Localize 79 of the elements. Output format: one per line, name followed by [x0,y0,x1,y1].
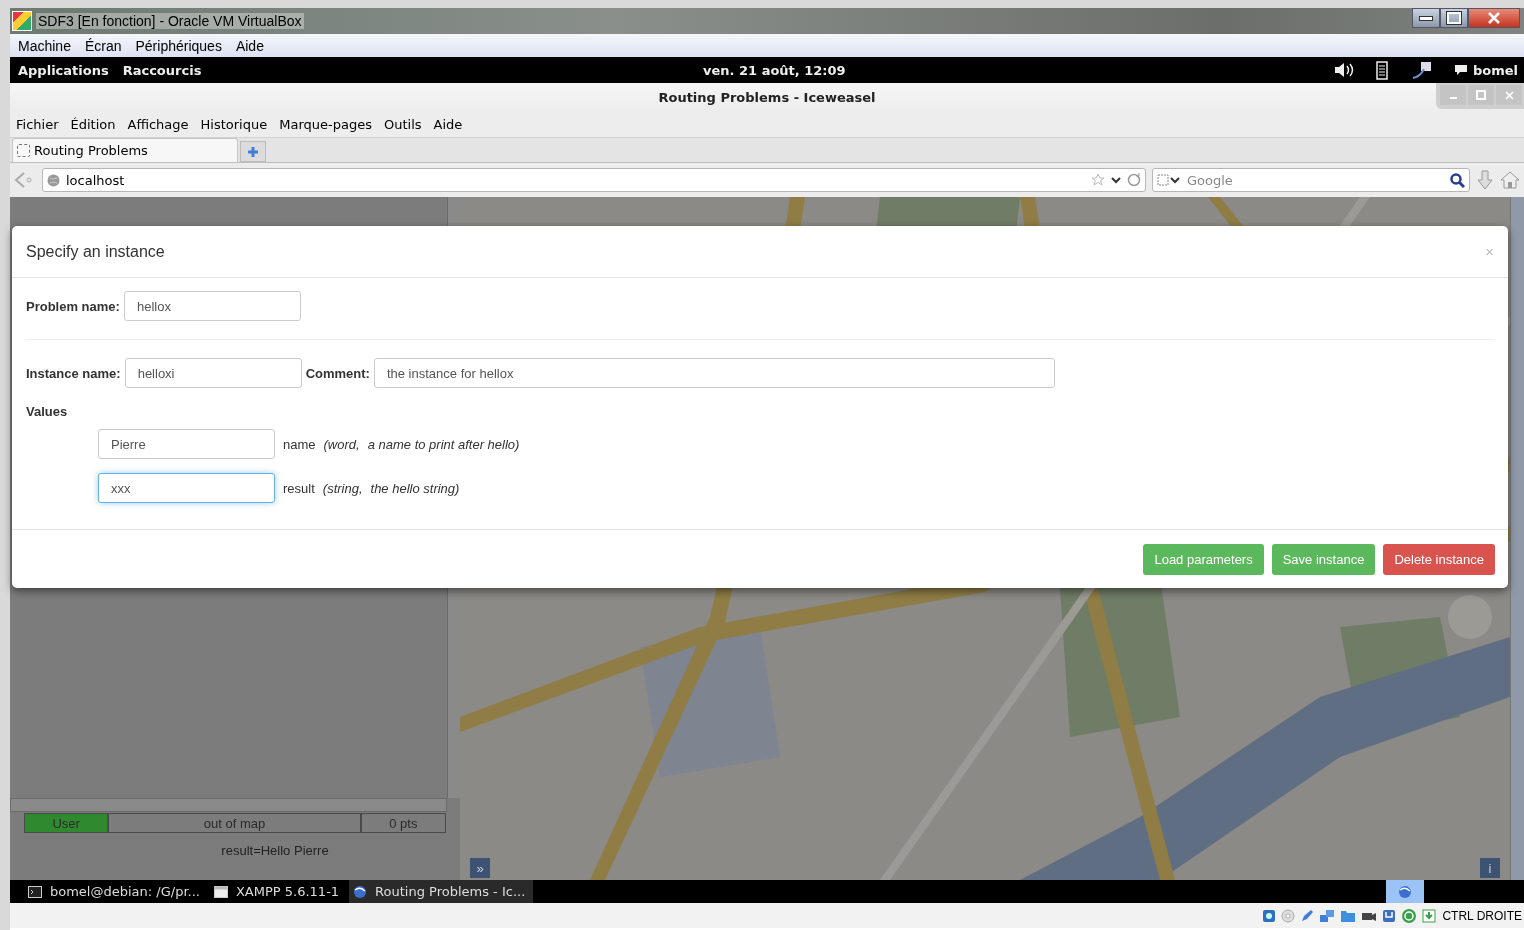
parameter-description: the hello string) [370,480,460,496]
globe-icon [353,884,368,899]
field-label: Instance name: [26,365,121,381]
comment-field[interactable]: the instance for hellox [373,358,1055,388]
app-icon [12,11,32,31]
section-heading: Values [26,404,69,419]
expand-button[interactable]: » [470,858,490,878]
close-icon [1487,12,1501,24]
menu-item[interactable]: Applications [18,62,109,78]
menu-item[interactable]: Fichier [16,117,59,132]
plus-icon [247,145,259,158]
parameter-type: (string, [322,480,363,496]
search-bar[interactable]: Google [1152,168,1470,192]
search-icon[interactable] [1450,172,1465,188]
menu-item[interactable]: Marque-pages [279,117,372,132]
score-status: 0 pts [360,813,446,833]
window-title: SDF3 [En fonction] - Oracle VM VirtualBox [36,13,304,29]
usb-icon[interactable] [1382,908,1397,923]
problem-name-field[interactable]: hellox [123,291,301,321]
value-field[interactable]: Pierre [98,429,275,459]
new-tab-button[interactable] [240,141,266,162]
menu-item[interactable]: Raccourcis [122,62,202,78]
menu-item[interactable]: Machine [18,37,78,54]
field-label: Comment: [305,365,370,381]
chat-icon [1453,64,1468,76]
network-icon[interactable] [1411,61,1432,79]
page-icon [17,144,30,157]
globe-icon [47,173,60,187]
parameter-type: (word, [323,436,360,452]
result-text: result=Hello Pierre [220,842,330,860]
scrollbar[interactable] [1510,197,1524,880]
dialog-title: Specify an instance [26,242,165,261]
user-status: User [24,813,109,833]
user-name[interactable]: bomel [1472,62,1518,78]
menu-item[interactable]: Outils [383,117,422,132]
value-field[interactable]: xxx [98,473,275,503]
clock[interactable]: ven. 21 août, 12:09 [703,63,846,78]
taskbar-item[interactable]: Routing Problems - Ic... [349,880,534,903]
menu-item[interactable]: Affichage [127,117,189,132]
close-button[interactable] [1468,8,1520,28]
parameter-name: result [283,480,315,496]
taskbar-item[interactable]: bomel@debian: /G/pr... [24,880,208,903]
globe-icon [1398,884,1412,899]
download-icon[interactable] [1422,908,1437,923]
info-button[interactable]: i [1480,858,1500,878]
home-icon[interactable] [1500,171,1520,189]
terminal-icon [28,885,42,898]
tab[interactable]: Routing Problems [12,138,238,162]
window-title: Routing Problems - Iceweasel [658,90,876,105]
parameter-description: a name to print after hello) [367,436,520,452]
menu-item[interactable]: Périphériques [135,37,229,54]
sync-icon[interactable] [1401,907,1418,924]
menu-item[interactable]: Écran [84,37,129,54]
star-icon[interactable] [1091,173,1105,187]
speaker-icon[interactable] [1333,62,1354,78]
delete-button[interactable]: Delete instance [1383,543,1495,575]
engine-icon[interactable] [1157,174,1181,186]
download-icon[interactable] [1476,170,1494,190]
menu-item[interactable]: Aide [433,117,463,132]
instance-name-field[interactable]: helloxi [124,358,302,388]
minimize-button[interactable] [1412,8,1440,28]
scrollbar[interactable] [10,798,447,812]
position-status: out of map [108,813,361,833]
host-key-label: CTRL DROITE [1442,908,1522,923]
dropdown-icon[interactable] [1111,176,1121,184]
maximize-button[interactable] [1440,8,1468,28]
menu-item[interactable]: Aide [235,37,271,54]
reload-icon[interactable] [1127,173,1141,187]
pen-icon[interactable] [1300,908,1315,923]
field-label: Problem name: [26,298,120,314]
parameter-name: name [283,436,316,452]
address-bar[interactable]: localhost [42,168,1146,192]
window-icon [213,885,228,898]
browser-tray-button[interactable] [1386,880,1424,903]
menu-item[interactable]: Historique [200,117,268,132]
close-icon [1504,90,1514,100]
menu-item[interactable]: Édition [70,117,116,132]
taskbar-item[interactable]: XAMPP 5.6.11-1 [209,880,348,903]
clipboard-icon[interactable] [1375,60,1390,80]
